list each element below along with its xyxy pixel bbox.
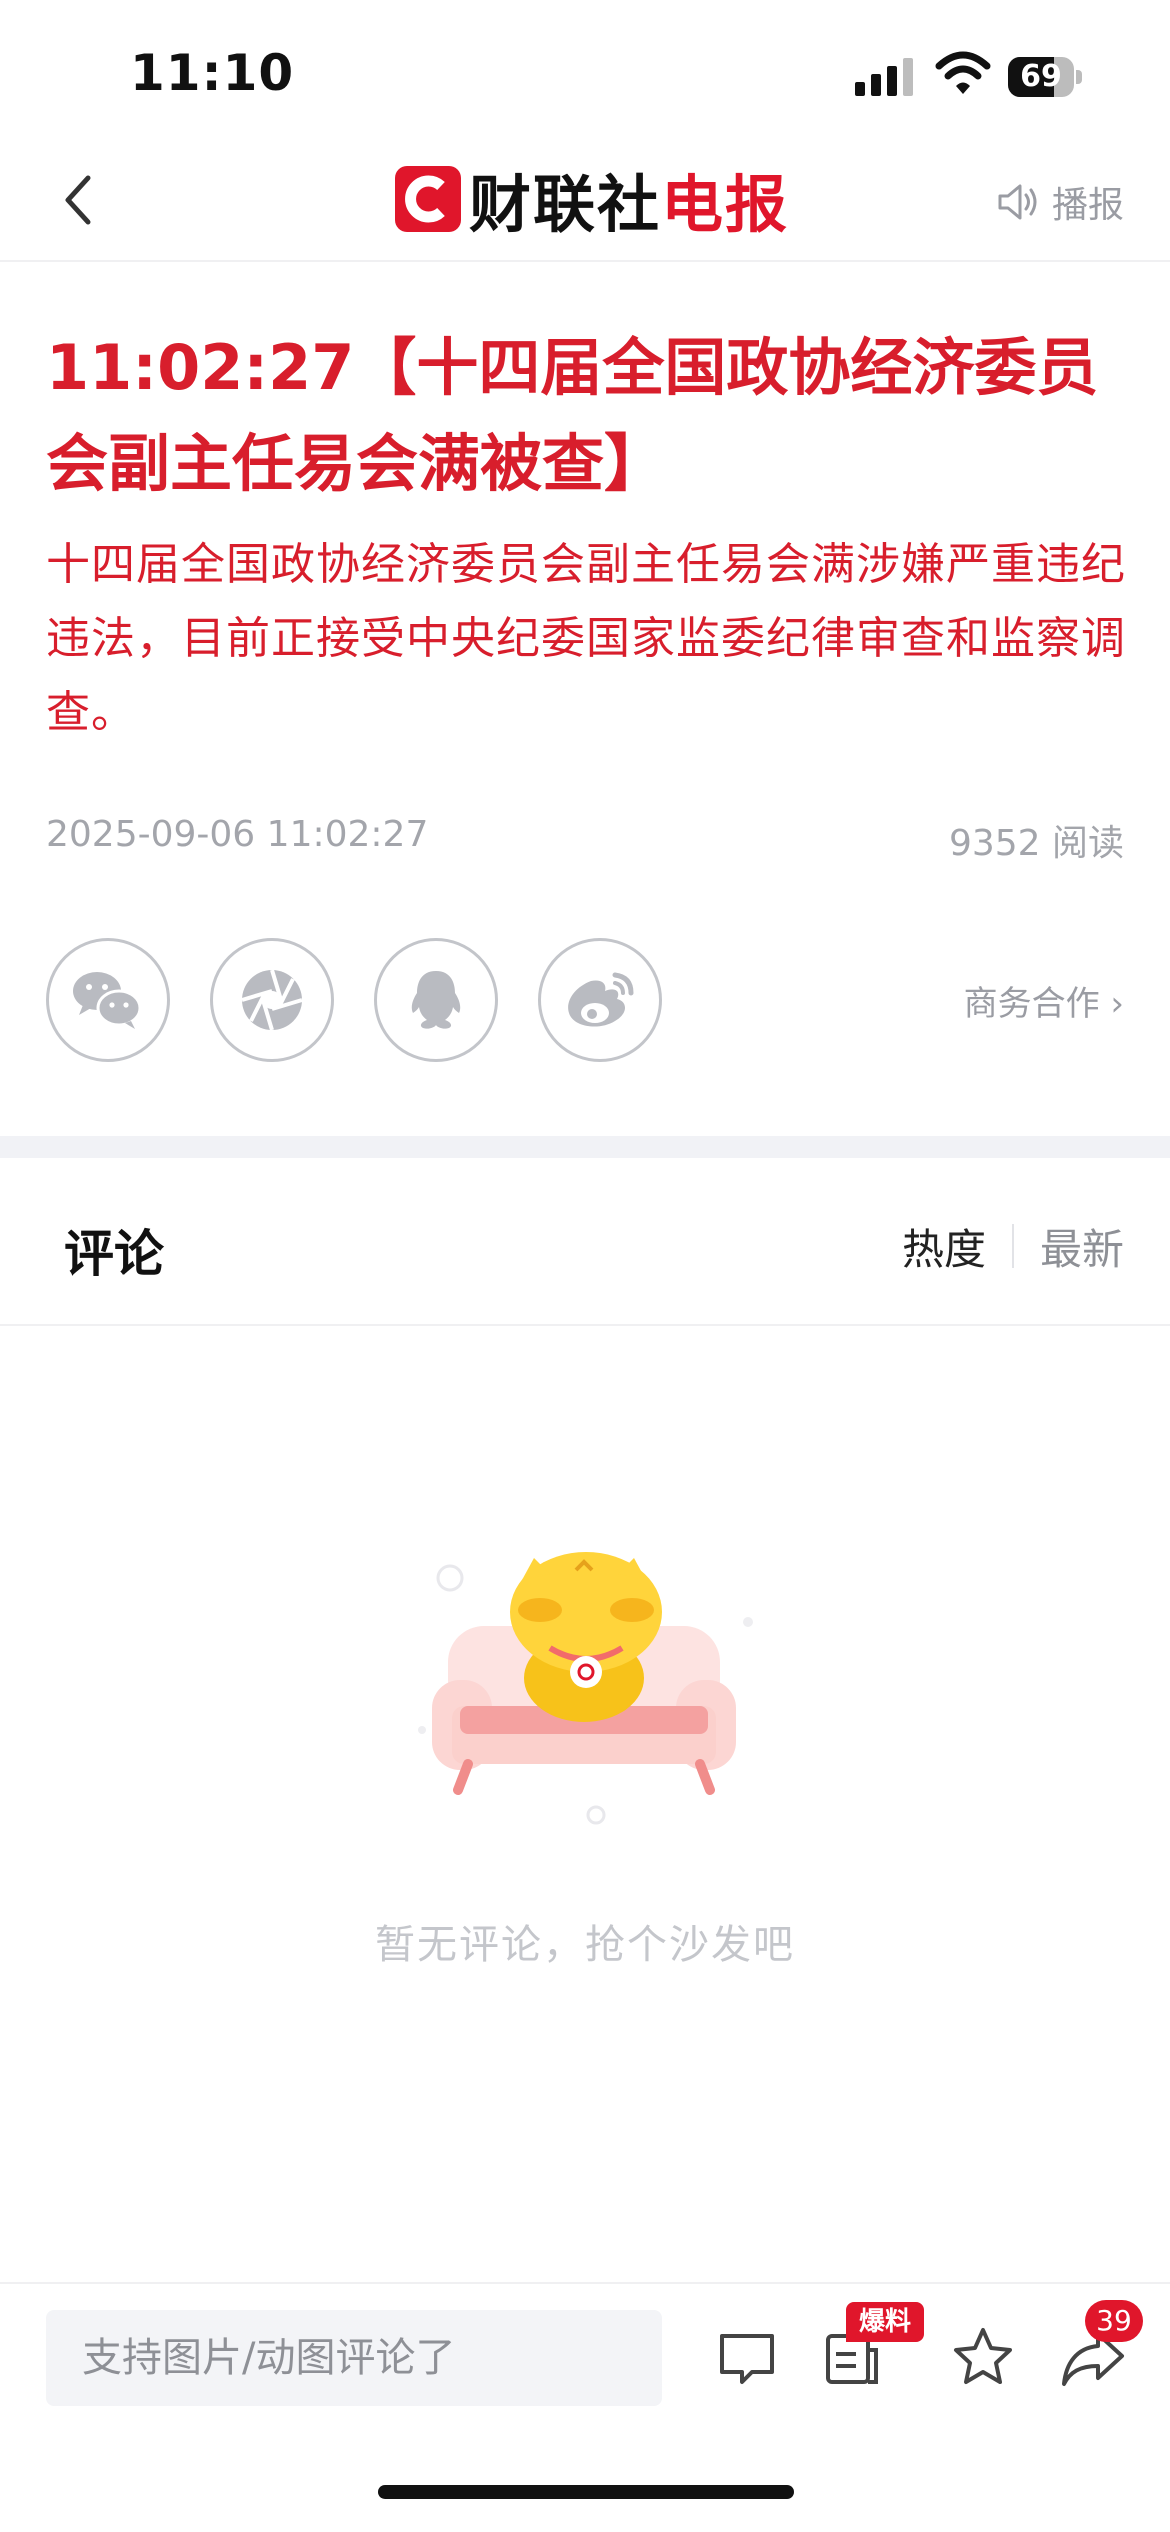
weibo-share-button[interactable] bbox=[538, 938, 662, 1062]
battery-level: 69 bbox=[1020, 59, 1062, 94]
qq-share-button[interactable] bbox=[374, 938, 498, 1062]
empty-sofa-mascot-illustration bbox=[418, 1552, 753, 1825]
cls-logo-icon bbox=[395, 166, 461, 232]
speaker-icon bbox=[998, 184, 1037, 220]
moments-share-button[interactable] bbox=[210, 938, 334, 1062]
signal-icon bbox=[855, 56, 915, 96]
empty-comments-text: 暂无评论，抢个沙发吧 bbox=[375, 1922, 795, 1968]
brand-logo: 财联社 电报 bbox=[395, 162, 789, 241]
broadcast-button[interactable]: 播报 bbox=[996, 174, 1124, 230]
wechat-icon bbox=[73, 972, 142, 1029]
share-count-badge: 39 bbox=[1085, 2300, 1143, 2342]
comment-input[interactable] bbox=[46, 2310, 662, 2406]
wifi-icon bbox=[935, 51, 991, 94]
article-body: 十四届全国政协经济委员会副主任易会满涉嫌严重违纪违法，目前正接受中央纪委国家监委… bbox=[46, 539, 1126, 738]
comments-header: 评论 热度 最新 bbox=[0, 1158, 1170, 1326]
home-indicator bbox=[378, 2485, 794, 2499]
qq-icon bbox=[411, 971, 461, 1029]
tab-latest[interactable]: 最新 bbox=[1040, 1216, 1124, 1277]
weibo-icon bbox=[568, 972, 634, 1027]
moments-icon bbox=[241, 969, 303, 1031]
business-cooperation-link[interactable]: 商务合作 › bbox=[964, 976, 1124, 1025]
tab-separator bbox=[1011, 1224, 1014, 1268]
tip-badge: 爆料 bbox=[846, 2302, 924, 2342]
brand-name-accent: 电报 bbox=[661, 168, 790, 241]
back-button[interactable] bbox=[50, 170, 110, 230]
article-title: 11:02:27【十四届全国政协经济委员会副主任易会满被查】 bbox=[46, 331, 1099, 500]
share-row: 商务合作 › bbox=[46, 938, 1124, 1062]
comment-icon[interactable] bbox=[714, 2324, 780, 2390]
read-count: 9352 阅读 bbox=[948, 823, 1124, 864]
brand-name: 财联社 bbox=[469, 168, 662, 241]
broadcast-label: 播报 bbox=[1051, 185, 1124, 226]
section-divider bbox=[0, 1136, 1170, 1158]
comment-sort-tabs: 热度 最新 bbox=[902, 1220, 1124, 1274]
article: 11:02:27【十四届全国政协经济委员会副主任易会满被查】 十四届全国政协经济… bbox=[46, 320, 1126, 750]
article-meta: 2025-09-06 11:02:27 9352 阅读 bbox=[46, 814, 1124, 864]
comments-title: 评论 bbox=[64, 1225, 164, 1283]
nav-bar: 财联社 电报 播报 bbox=[0, 140, 1170, 262]
status-time: 11:10 bbox=[130, 44, 295, 102]
wechat-share-button[interactable] bbox=[46, 938, 170, 1062]
battery-icon: 69 bbox=[1008, 57, 1082, 97]
star-icon[interactable] bbox=[950, 2324, 1016, 2390]
status-bar: 11:10 69 bbox=[0, 0, 1170, 140]
publish-date: 2025-09-06 11:02:27 bbox=[46, 814, 429, 855]
tab-hot[interactable]: 热度 bbox=[902, 1216, 986, 1277]
